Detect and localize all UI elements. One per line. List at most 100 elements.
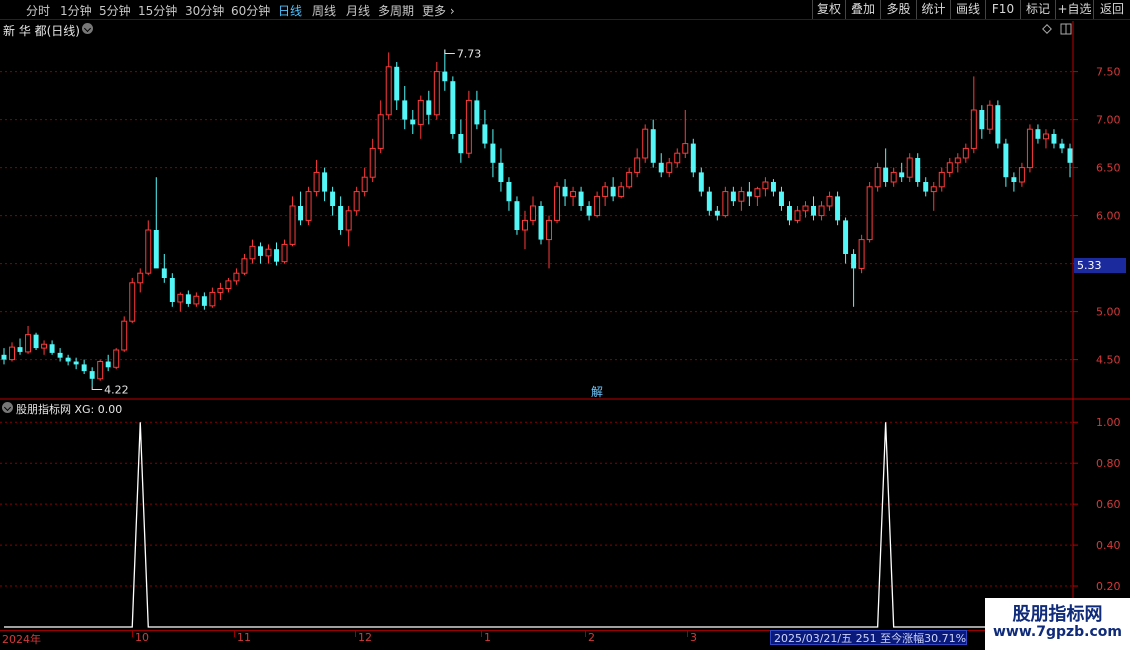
candle-body-52	[417, 99, 424, 125]
candle-body-112	[899, 172, 905, 178]
candle-body-55	[442, 71, 448, 82]
candle-body-0	[1, 354, 7, 360]
candle-body-57	[458, 134, 464, 154]
candle-body-90	[722, 191, 729, 217]
indicator-title: 股朋指标网 XG: 0.00	[16, 403, 123, 416]
candle-body-120	[962, 147, 969, 159]
candle-body-42	[338, 206, 344, 230]
candle-body-128	[1026, 128, 1033, 169]
x-tick-mark-4	[481, 631, 482, 637]
candle-body-89	[714, 210, 720, 216]
candle-body-95	[762, 181, 769, 190]
x-tick-mark-1	[132, 631, 133, 637]
candle-body-99	[794, 210, 801, 221]
y-tick-label-1: 7.00	[1096, 114, 1121, 127]
candle-body-116	[930, 186, 937, 193]
candle-body-10	[81, 364, 87, 372]
candle-body-61	[490, 143, 496, 163]
candle-body-132	[1059, 143, 1065, 149]
candle-body-26	[209, 291, 216, 307]
ind-y-tick-label-2: 0.60	[1096, 498, 1121, 511]
candle-body-80	[642, 128, 649, 159]
candle-body-113	[906, 157, 913, 178]
candle-body-20	[161, 268, 167, 278]
candle-body-25	[201, 296, 207, 306]
low-price-label: 4.22	[104, 383, 128, 396]
candle-body-4	[33, 334, 39, 349]
candle-body-1	[9, 346, 15, 361]
candle-body-122	[979, 110, 985, 130]
candle-body-96	[770, 182, 776, 192]
x-tick-mark-5	[585, 631, 586, 637]
candle-body-6	[49, 344, 55, 353]
candle-body-68	[546, 219, 553, 241]
candle-body-66	[530, 205, 536, 221]
candle-body-114	[915, 158, 921, 182]
x-tick-label-5: 2	[588, 631, 595, 644]
ind-y-tick-label-1: 0.80	[1096, 457, 1121, 470]
candle-body-17	[137, 272, 144, 284]
candle-body-78	[626, 171, 633, 188]
candle-body-28	[225, 280, 232, 290]
candle-body-71	[570, 191, 577, 197]
candle-body-130	[1042, 133, 1049, 140]
candle-body-23	[185, 294, 191, 304]
x-tick-mark-3	[355, 631, 356, 637]
candle-body-107	[858, 239, 865, 269]
candle-body-102	[818, 205, 825, 217]
candle-body-37	[298, 206, 304, 221]
candle-body-39	[313, 171, 320, 193]
ind-y-tick-label-3: 0.40	[1096, 539, 1121, 552]
indicator-menu-icon[interactable]	[2, 402, 13, 413]
candle-body-88	[706, 191, 712, 211]
candle-body-98	[786, 206, 792, 221]
watermark: 股朋指标网 www.7gpzb.com	[985, 598, 1130, 650]
candle-body-40	[322, 172, 328, 192]
candle-body-129	[1035, 129, 1041, 139]
candle-body-67	[538, 206, 544, 240]
high-price-label: 7.73	[457, 48, 482, 61]
ind-y-tick-label-0: 1.00	[1096, 416, 1121, 429]
candle-body-13	[105, 361, 111, 368]
x-tick-label-6: 3	[690, 631, 697, 644]
candle-body-119	[954, 157, 961, 164]
unlock-marker: 解	[591, 385, 604, 399]
candle-body-60	[482, 124, 488, 144]
candle-body-82	[658, 162, 664, 173]
candle-body-8	[65, 357, 71, 362]
candle-body-47	[377, 114, 384, 149]
candle-body-73	[586, 206, 592, 216]
candle-body-76	[610, 186, 616, 197]
candle-body-36	[289, 205, 296, 245]
candle-body-77	[618, 186, 625, 197]
candle-body-105	[843, 220, 849, 254]
candle-body-48	[385, 66, 392, 116]
candle-body-127	[1018, 167, 1025, 183]
candle-body-74	[594, 195, 601, 217]
x-tick-mark-6	[687, 631, 688, 637]
candle-body-97	[778, 191, 784, 206]
candle-body-81	[650, 129, 656, 163]
candle-body-91	[730, 191, 736, 202]
candle-body-85	[682, 143, 689, 154]
candle-body-69	[554, 186, 561, 221]
y-tick-label-0: 7.50	[1096, 66, 1121, 79]
candle-body-94	[754, 188, 761, 197]
candle-body-59	[474, 100, 480, 125]
candle-body-133	[1067, 148, 1073, 163]
candle-body-9	[73, 361, 79, 365]
candle-body-111	[890, 171, 897, 183]
candle-body-75	[602, 186, 609, 197]
candle-body-84	[674, 152, 681, 164]
candle-body-2	[17, 347, 23, 352]
y-tick-label-3: 6.00	[1096, 210, 1121, 223]
chart-canvas[interactable]: 7.507.006.506.005.505.004.507.734.221.00…	[0, 0, 1130, 650]
x-tick-mark-2	[234, 631, 235, 637]
y-tick-label-2: 6.50	[1096, 162, 1121, 175]
candle-body-93	[746, 191, 752, 197]
candle-body-29	[233, 272, 240, 282]
candle-body-58	[465, 99, 472, 154]
xg-indicator-line	[4, 422, 1070, 628]
candle-body-49	[394, 66, 400, 101]
candle-body-51	[410, 119, 416, 125]
